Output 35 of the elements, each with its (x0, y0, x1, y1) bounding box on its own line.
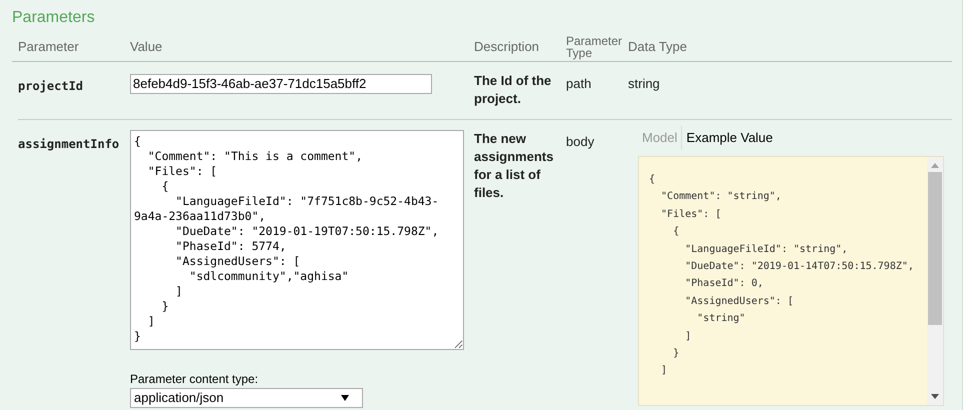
json-editor-field[interactable]: { "Comment": "This is a comment", "Files": [ { "LanguageFileId": "7f751c8b-9c52-4b43-9a4a-236aa11d73b0", "DueDate": "2019-01-19T07:50:15.798Z", "PhaseId": 5774, "AssignedUsers": [ "sdlcommunity","aghisa" ] } ] } (130, 130, 464, 350)
content-type-select[interactable]: application/json (130, 388, 363, 408)
parameter-type: body (566, 134, 594, 149)
scroll-down-icon[interactable] (931, 394, 939, 399)
value-input-field[interactable]: 8efeb4d9-15f3-46ab-ae37-71dc15a5bff2 (130, 74, 432, 94)
column-header: Description (474, 38, 540, 56)
content-type-label: Parameter content type: (130, 371, 260, 388)
code-line: "string" (696, 312, 746, 326)
parameter-description: The Id of the project. (474, 72, 552, 108)
parameter-description: The new assignments for a list of files. (474, 130, 554, 202)
parameter-type: path (566, 76, 592, 91)
parameter-name: assignmentInfo (18, 137, 120, 151)
scrollbar[interactable] (927, 157, 943, 405)
column-header: Parameter (18, 38, 80, 56)
data-type: string (628, 75, 661, 93)
code-line: "PhaseId": 0, (684, 277, 764, 292)
code-line: } (672, 347, 680, 362)
scroll-up-icon[interactable] (931, 163, 939, 168)
caret-icon (341, 395, 349, 401)
column-header: Data Type (628, 38, 688, 56)
scrollbar-thumb[interactable] (928, 172, 942, 325)
parameter-name: projectId (18, 79, 84, 93)
code-line: "DueDate": "2019-01-14T07:50:15.798Z", (684, 260, 915, 274)
model-tab[interactable]: Example Value (681, 126, 777, 150)
column-header: Parameter Type (566, 34, 624, 58)
column-header: Value (130, 38, 164, 56)
code-line: "AssignedUsers": [ (684, 294, 794, 309)
code-line: ] (660, 364, 668, 378)
section-title: Parameters (12, 8, 96, 28)
code-line: ] (684, 330, 692, 344)
code-line: { (672, 225, 680, 240)
code-line: "Files": [ (660, 208, 722, 222)
code-line: "LanguageFileId": "string", (684, 242, 849, 257)
code-line: "Comment": "string", (660, 190, 782, 204)
code-line: { (649, 173, 656, 187)
